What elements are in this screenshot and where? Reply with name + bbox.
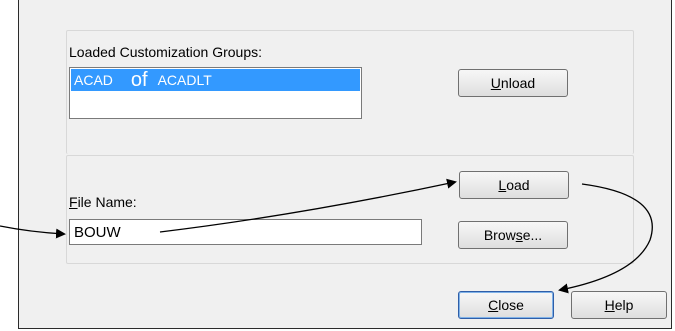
file-name-label: File Name:: [69, 194, 137, 210]
loaded-groups-listbox[interactable]: ACAD of ACADLT: [69, 67, 362, 119]
browse-button[interactable]: Brow s e...: [458, 221, 568, 249]
load-button[interactable]: Load: [459, 171, 569, 199]
loaded-groups-label: Loaded Customization Groups:: [69, 44, 262, 60]
list-item-acad: ACAD: [74, 72, 113, 88]
help-button[interactable]: Help: [571, 291, 667, 319]
list-item-acadlt: ACADLT: [157, 72, 212, 88]
file-name-input[interactable]: [69, 219, 422, 245]
unload-button[interactable]: Unload: [458, 69, 568, 97]
close-button[interactable]: Close: [458, 291, 554, 319]
list-item[interactable]: ACAD of ACADLT: [71, 69, 360, 91]
list-item-of: of: [130, 68, 148, 91]
